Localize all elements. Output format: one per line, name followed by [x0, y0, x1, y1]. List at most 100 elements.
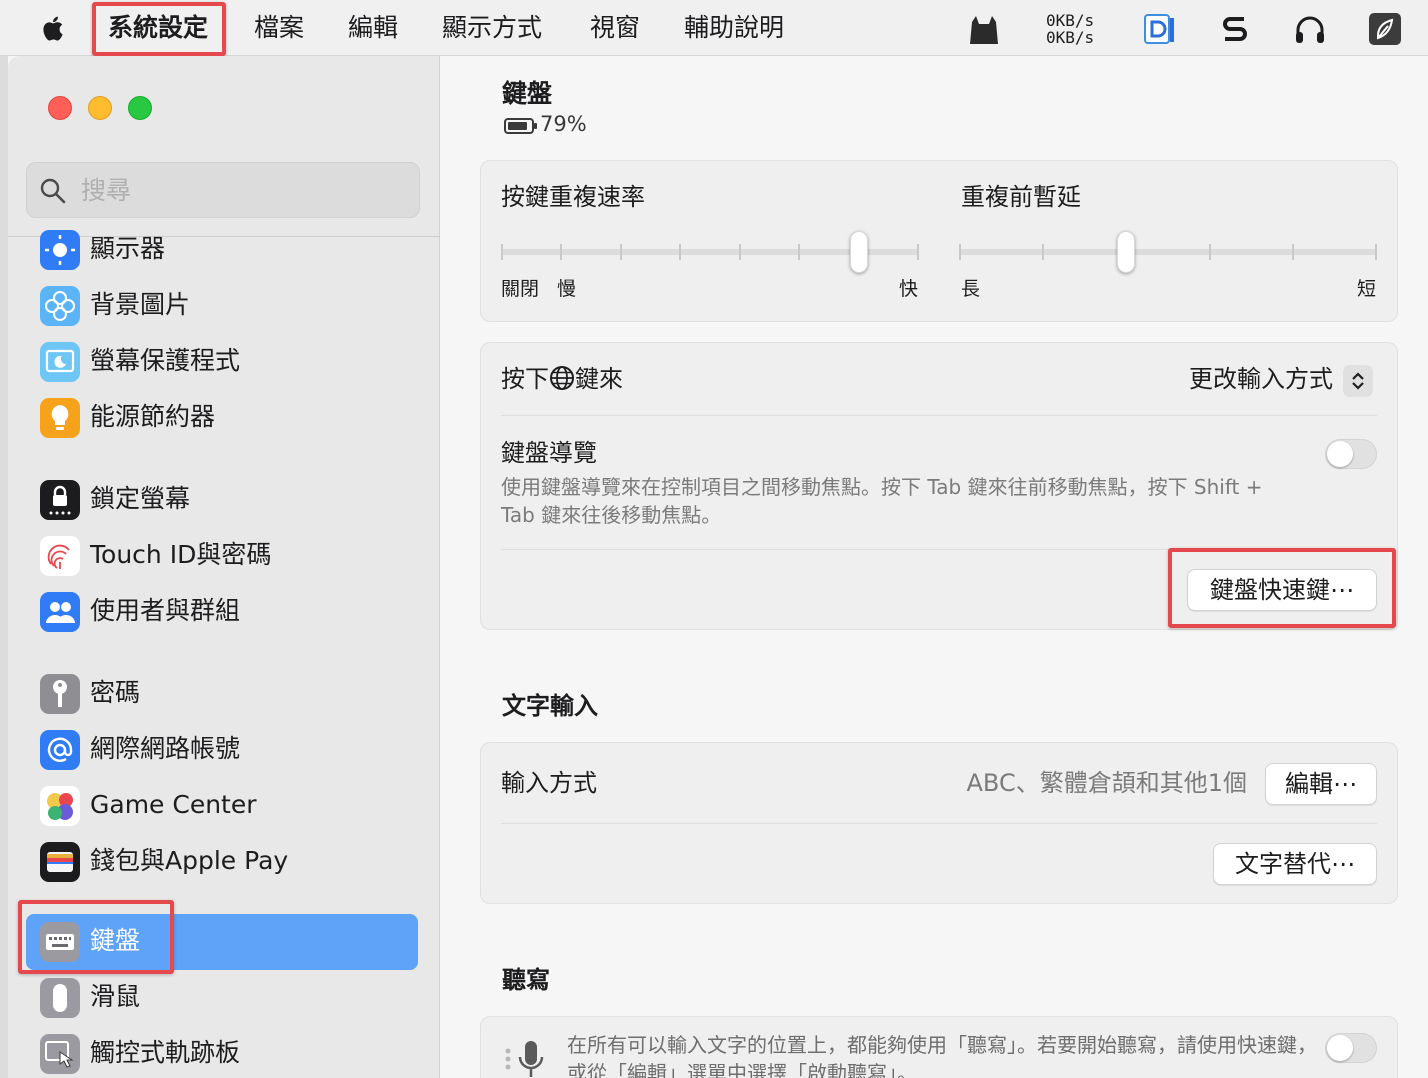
- apple-logo-icon[interactable]: [38, 12, 70, 44]
- dictation-section-title: 聽寫: [502, 966, 550, 994]
- dictation-toggle[interactable]: [1325, 1033, 1377, 1063]
- menu-help[interactable]: 輔助說明: [684, 12, 784, 44]
- sidebar-item-label: 能源節約器: [90, 402, 216, 431]
- sidebar-item-energy-saver[interactable]: 能源節約器: [26, 390, 418, 446]
- slider-tick: [1375, 244, 1377, 260]
- highlight-shortcuts-button: [1168, 548, 1396, 628]
- net-upload: 0KB/s: [1046, 11, 1095, 30]
- slider-tick: [739, 244, 741, 260]
- search-placeholder: 搜尋: [81, 176, 132, 205]
- input-sources-label: 輸入方式: [501, 769, 597, 797]
- battery-percent: 79%: [540, 112, 587, 136]
- sidebar-item-label: 密碼: [90, 678, 141, 707]
- sidebar-item-internet-accounts[interactable]: 網際網路帳號: [26, 722, 418, 778]
- menu-edit[interactable]: 編輯: [348, 12, 398, 44]
- sidebar-item-mouse[interactable]: 滑鼠: [26, 970, 418, 1026]
- row-divider: [501, 415, 1377, 416]
- dictation-card: 在所有可以輸入文字的位置上，都能夠使用「聽寫」。若要開始聽寫，請使用快速鍵，或從…: [480, 1016, 1398, 1078]
- repeat-delay-long-label: 長: [961, 278, 981, 300]
- chevron-up-down-icon: [1352, 372, 1364, 390]
- menu-file[interactable]: 檔案: [254, 12, 304, 44]
- headphones-tray-icon[interactable]: [1292, 12, 1328, 46]
- slider-tick: [1292, 244, 1294, 260]
- sidebar-item-label: 觸控式軌跡板: [90, 1038, 241, 1067]
- slider-thumb[interactable]: [850, 231, 868, 273]
- lightbulb-icon: [40, 398, 80, 438]
- globe-icon: [550, 366, 574, 390]
- repeat-delay-slider[interactable]: [959, 231, 1377, 273]
- row-divider: [501, 823, 1377, 824]
- text-replacements-button[interactable]: 文字替代⋯: [1213, 843, 1377, 885]
- sidebar-item-displays[interactable]: 顯示器: [26, 222, 418, 278]
- sidebar-item-label: 背景圖片: [90, 290, 191, 319]
- text-input-card: 輸入方式 ABC、繁體倉頡和其他1個 編輯⋯ 文字替代⋯: [480, 742, 1398, 904]
- lock-screen-icon: [40, 480, 80, 520]
- sidebar-item-trackpad[interactable]: 觸控式軌跡板: [26, 1026, 418, 1078]
- menu-bar: 系統設定 檔案 編輯 顯示方式 視窗 輔助說明 0KB/s 0KB/s: [0, 0, 1428, 56]
- globe-key-value[interactable]: 更改輸入方式: [1189, 363, 1333, 395]
- key-icon: [40, 674, 80, 714]
- sidebar-item-label: Touch ID與密碼: [90, 540, 272, 569]
- sidebar-item-wallpaper[interactable]: 背景圖片: [26, 278, 418, 334]
- slider-tick: [560, 244, 562, 260]
- key-repeat-slider[interactable]: [501, 231, 919, 273]
- input-sources-value: ABC、繁體倉頡和其他1個: [966, 769, 1248, 797]
- mouse-icon: [40, 978, 80, 1018]
- key-repeat-slow-label: 慢: [557, 278, 577, 300]
- sidebar-item-users-groups[interactable]: 使用者與群組: [26, 584, 418, 640]
- sidebar-item-passwords[interactable]: 密碼: [26, 666, 418, 722]
- close-window-button[interactable]: [48, 96, 72, 120]
- slider-tick: [1042, 244, 1044, 260]
- s-logo-tray-icon[interactable]: [1218, 12, 1252, 46]
- sidebar-item-label: 錢包與Apple Pay: [90, 846, 289, 875]
- key-repeat-off-label: 關閉: [501, 278, 540, 300]
- zoom-window-button[interactable]: [128, 96, 152, 120]
- slider-tick: [501, 244, 503, 260]
- at-sign-icon: [40, 730, 80, 770]
- text-input-section-title: 文字輸入: [502, 692, 598, 720]
- slider-tick: [959, 244, 961, 260]
- content-pane: 鍵盤 79% 按鍵重複速率 重複前暫延 關閉 慢 快 長 短 按下 鍵來 更改輸…: [440, 56, 1428, 1078]
- keyboard-nav-toggle[interactable]: [1325, 439, 1377, 469]
- sidebar-item-label: 網際網路帳號: [90, 734, 241, 763]
- slider-tick: [917, 244, 919, 260]
- slider-tick: [798, 244, 800, 260]
- battery-icon: [504, 118, 537, 134]
- sidebar-item-wallet[interactable]: 錢包與Apple Pay: [26, 834, 418, 890]
- slider-thumb[interactable]: [1117, 231, 1135, 273]
- edit-input-sources-button[interactable]: 編輯⋯: [1265, 763, 1377, 805]
- highlight-app-menu: [92, 2, 226, 56]
- globe-key-prefix: 按下: [501, 365, 549, 393]
- fingerprint-icon: [40, 536, 80, 576]
- slider-tick: [1209, 244, 1211, 260]
- users-icon: [40, 592, 80, 632]
- cat-tray-icon[interactable]: [966, 12, 1002, 46]
- sidebar-item-label: 使用者與群組: [90, 596, 241, 625]
- net-download: 0KB/s: [1046, 28, 1095, 47]
- trackpad-icon: [40, 1034, 80, 1074]
- globe-key-popup-button[interactable]: [1343, 365, 1373, 397]
- window-edge: [0, 56, 8, 1078]
- sidebar-item-game-center[interactable]: Game Center: [26, 778, 418, 834]
- app-d-tray-icon[interactable]: [1142, 12, 1176, 46]
- network-speed[interactable]: 0KB/s 0KB/s: [1046, 12, 1094, 46]
- menu-view[interactable]: 顯示方式: [442, 12, 542, 44]
- leaf-tray-icon[interactable]: [1368, 12, 1402, 46]
- sidebar-item-screensaver[interactable]: 螢幕保護程式: [26, 334, 418, 390]
- search-field[interactable]: 搜尋: [26, 162, 420, 218]
- toggle-knob: [1327, 1035, 1353, 1061]
- microphone-icon: [505, 1041, 544, 1077]
- search-icon: [40, 178, 66, 204]
- sidebar-item-lock-screen[interactable]: 鎖定螢幕: [26, 472, 418, 528]
- globe-key-suffix: 鍵來: [575, 365, 623, 393]
- display-brightness-icon: [40, 230, 80, 270]
- wallet-icon: [40, 842, 80, 882]
- sidebar-item-label: Game Center: [90, 790, 257, 819]
- keyboard-nav-label: 鍵盤導覽: [501, 439, 597, 467]
- wallpaper-flower-icon: [40, 286, 80, 326]
- menu-window[interactable]: 視窗: [590, 12, 640, 44]
- sidebar-item-touch-id[interactable]: Touch ID與密碼: [26, 528, 418, 584]
- slider-tick: [620, 244, 622, 260]
- minimize-window-button[interactable]: [88, 96, 112, 120]
- highlight-keyboard-item: [18, 900, 174, 974]
